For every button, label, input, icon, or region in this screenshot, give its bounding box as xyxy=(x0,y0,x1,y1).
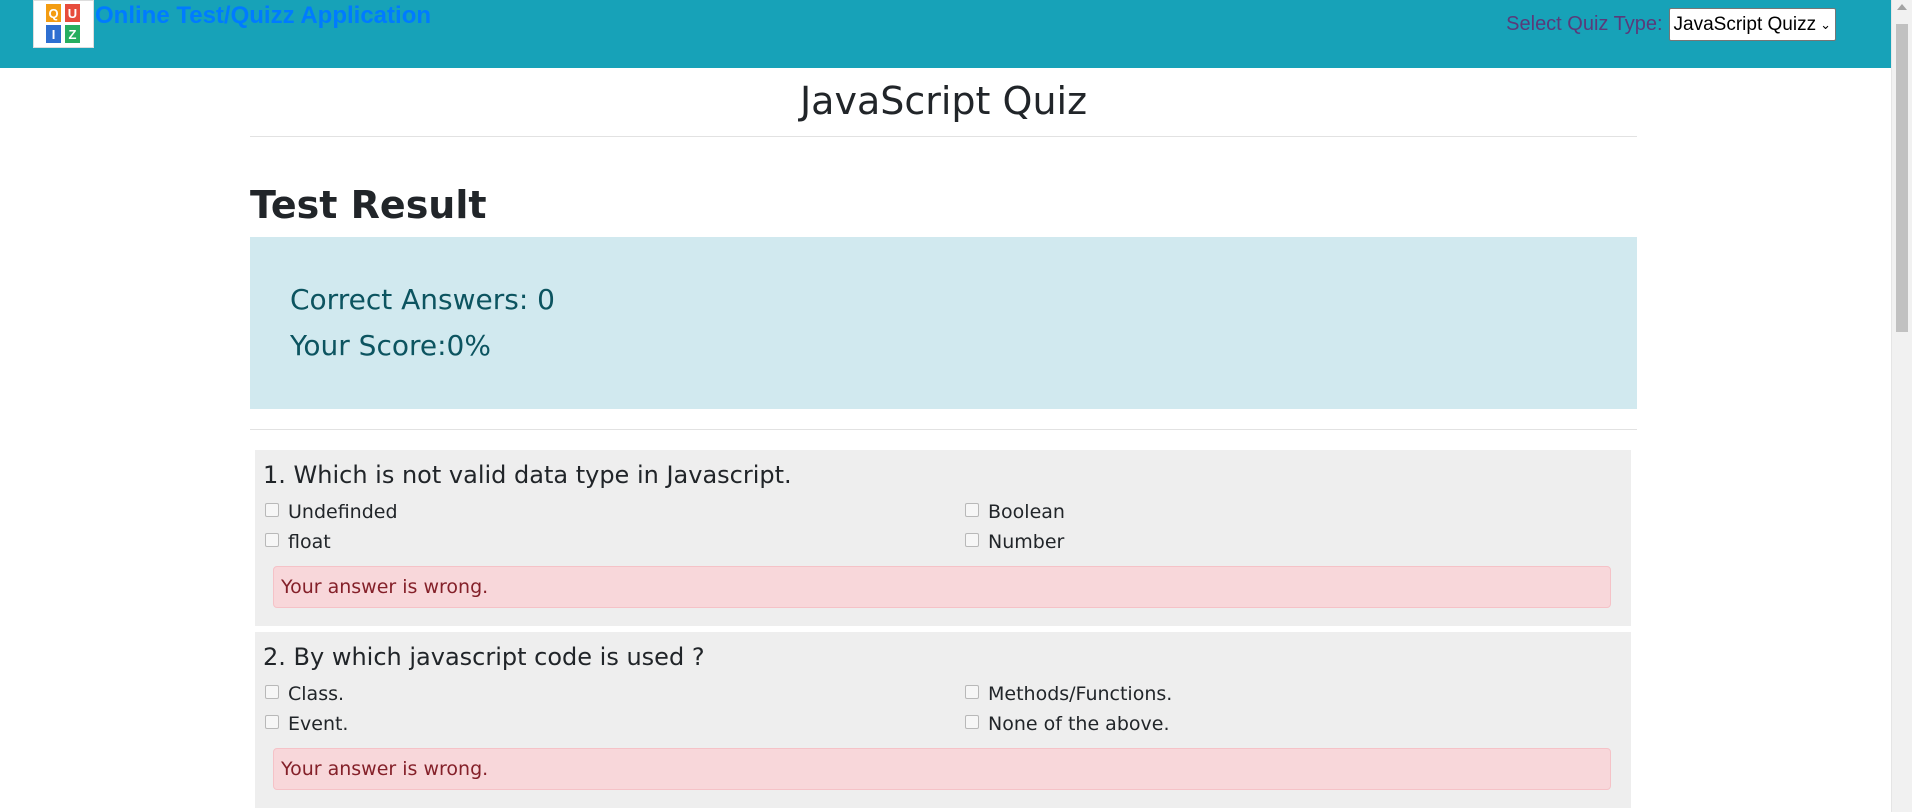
option-label: Methods/Functions. xyxy=(988,683,1173,705)
option[interactable]: Boolean xyxy=(963,498,1623,526)
quiz-type-selector: Select Quiz Type: JavaScript Quizz ⌄ xyxy=(1506,8,1836,41)
option-label: Boolean xyxy=(988,501,1065,523)
option[interactable]: Number xyxy=(963,528,1623,556)
checkbox[interactable] xyxy=(965,715,979,729)
quiz-type-label: Select Quiz Type: xyxy=(1506,13,1663,35)
option-label: Undefinded xyxy=(288,501,398,523)
options-grid: Class. Methods/Functions. Event. None of… xyxy=(263,680,1611,738)
option-label: Number xyxy=(988,531,1065,553)
option-label: Event. xyxy=(288,713,349,735)
option-label: Class. xyxy=(288,683,345,705)
options-grid: Undefinded Boolean float Number xyxy=(263,498,1611,556)
question-text: 2. By which javascript code is used ? xyxy=(263,643,705,671)
checkbox[interactable] xyxy=(265,715,279,729)
brand-link[interactable]: Online Test/Quizz Application xyxy=(95,2,431,30)
checkbox[interactable] xyxy=(265,503,279,517)
scrollbar-thumb[interactable] xyxy=(1896,24,1908,332)
option[interactable]: float xyxy=(263,528,963,556)
question-card: 2. By which javascript code is used ? Cl… xyxy=(255,632,1631,808)
vertical-scrollbar[interactable] xyxy=(1891,0,1912,812)
result-summary: Correct Answers: 0 Your Score:0% xyxy=(250,237,1637,409)
top-navbar: Q U I Z Online Test/Quizz Application Se… xyxy=(0,0,1892,68)
scroll-up-arrow-icon[interactable] xyxy=(1897,4,1907,10)
option[interactable]: Event. xyxy=(263,710,963,738)
option[interactable]: Methods/Functions. xyxy=(963,680,1623,708)
correct-answers-text: Correct Answers: 0 xyxy=(290,283,555,316)
checkbox[interactable] xyxy=(965,685,979,699)
question-text: 1. Which is not valid data type in Javas… xyxy=(263,461,792,489)
svg-text:Q: Q xyxy=(48,6,58,21)
svg-text:U: U xyxy=(68,6,77,21)
score-text: Your Score:0% xyxy=(290,329,491,362)
checkbox[interactable] xyxy=(965,503,979,517)
wrong-answer-alert: Your answer is wrong. xyxy=(273,566,1611,608)
quiz-type-value: JavaScript Quizz xyxy=(1673,13,1817,35)
main-content: JavaScript Quiz Test Result Correct Answ… xyxy=(250,68,1637,808)
option[interactable]: Class. xyxy=(263,680,963,708)
page-title: JavaScript Quiz xyxy=(250,68,1637,137)
option[interactable]: None of the above. xyxy=(963,710,1623,738)
svg-text:I: I xyxy=(52,27,56,42)
svg-text:Z: Z xyxy=(69,27,77,42)
checkbox[interactable] xyxy=(965,533,979,547)
section-title: Test Result xyxy=(250,183,487,227)
chevron-down-icon: ⌄ xyxy=(1820,16,1831,32)
option-label: None of the above. xyxy=(988,713,1170,735)
divider xyxy=(250,429,1637,430)
quiz-logo[interactable]: Q U I Z xyxy=(33,0,94,48)
quiz-type-select[interactable]: JavaScript Quizz ⌄ xyxy=(1668,8,1836,41)
option-label: float xyxy=(288,531,331,553)
question-card: 1. Which is not valid data type in Javas… xyxy=(255,450,1631,626)
quiz-logo-icon: Q U I Z xyxy=(46,4,80,43)
wrong-answer-alert: Your answer is wrong. xyxy=(273,748,1611,790)
option[interactable]: Undefinded xyxy=(263,498,963,526)
checkbox[interactable] xyxy=(265,533,279,547)
checkbox[interactable] xyxy=(265,685,279,699)
